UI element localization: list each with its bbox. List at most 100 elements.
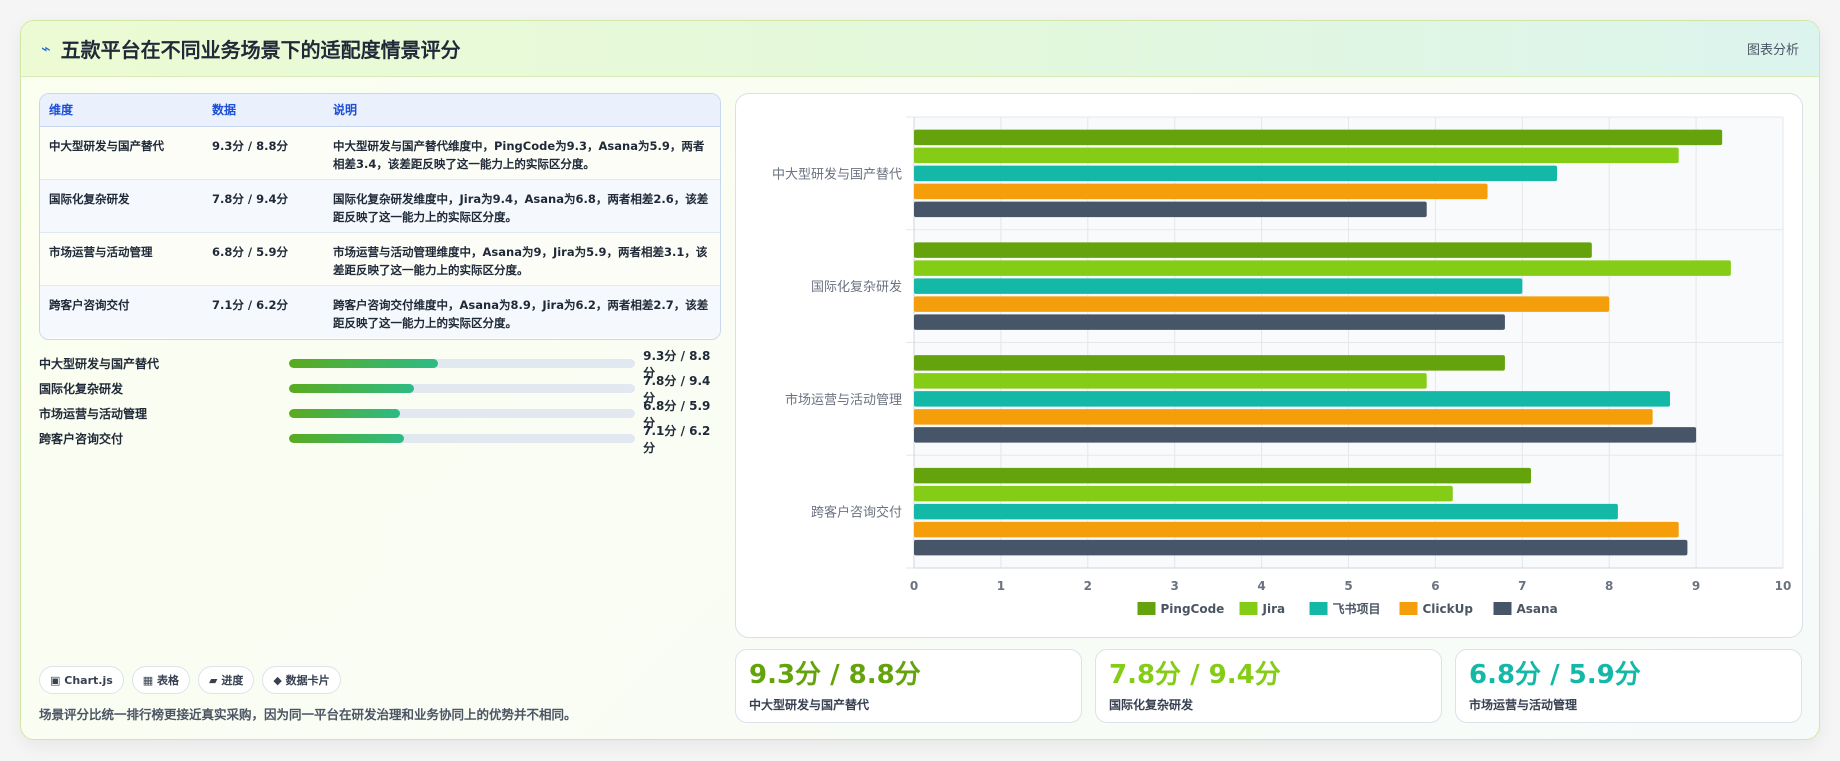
table-cell-dimension: 国际化复杂研发 — [40, 179, 203, 233]
table-row: 中大型研发与国产替代 9.3分 / 8.8分 中大型研发与国产替代维度中，Pin… — [40, 126, 720, 180]
tag-chips: ▣ Chart.js ▦ 表格 ▰ 进度 ◆ 数据卡片 — [39, 666, 341, 694]
chip-progress[interactable]: ▰ 进度 — [198, 666, 255, 694]
bar — [914, 467, 1531, 484]
diamond-icon: ◆ — [273, 673, 282, 687]
chip-label: 表格 — [157, 674, 180, 687]
bar — [914, 409, 1653, 425]
bar — [914, 355, 1505, 371]
progress-fill — [289, 434, 404, 443]
stat-card: 7.8分 / 9.4分 国际化复杂研发 — [1095, 649, 1442, 723]
bar — [914, 147, 1679, 164]
table-cell-data: 6.8分 / 5.9分 — [203, 232, 324, 286]
table-cell-data: 7.8分 / 9.4分 — [203, 179, 324, 233]
legend-swatch — [1239, 602, 1258, 615]
bar — [914, 129, 1723, 146]
y-tick-label: 跨客户咨询交付 — [811, 505, 902, 521]
table-cell-description: 国际化复杂研发维度中，Jira为9.4，Asana为6.8，两者相差2.6，该差… — [324, 179, 720, 233]
y-tick-label: 中大型研发与国产替代 — [772, 166, 902, 182]
stat-value: 9.3分 / 8.8分 — [749, 660, 921, 690]
stat-card: 6.8分 / 5.9分 市场运营与活动管理 — [1455, 649, 1802, 723]
stat-label: 市场运营与活动管理 — [1469, 698, 1578, 712]
progress-label: 中大型研发与国产替代 — [39, 357, 160, 371]
bar — [914, 165, 1558, 182]
table-cell-dimension: 中大型研发与国产替代 — [40, 126, 203, 180]
progress-track — [289, 434, 636, 443]
x-tick-label: 0 — [910, 579, 918, 593]
chip-table[interactable]: ▦ 表格 — [131, 666, 191, 694]
legend-label: 飞书项目 — [1333, 601, 1381, 616]
stat-value: 6.8分 / 5.9分 — [1469, 660, 1641, 690]
table-icon: ▦ — [142, 673, 154, 687]
progress-label: 市场运营与活动管理 — [39, 407, 148, 421]
table-cell-data: 9.3分 / 8.8分 — [203, 126, 324, 180]
progress-label: 国际化复杂研发 — [39, 382, 124, 396]
progress-row: 市场运营与活动管理 6.8分 / 5.9分 — [39, 399, 721, 430]
stat-label: 国际化复杂研发 — [1109, 698, 1194, 712]
x-tick-label: 7 — [1518, 579, 1526, 593]
bar — [914, 521, 1679, 538]
progress-track — [289, 384, 636, 393]
progress-track — [289, 359, 636, 368]
progress-row: 国际化复杂研发 7.8分 / 9.4分 — [39, 374, 721, 405]
chart-panel: 0 1 2 3 4 5 6 7 8 9 10 中大型研发与国产替代 国际化复杂研发 市场运营与活动管理 跨客… — [735, 93, 1803, 638]
column-header: 说明 — [324, 94, 720, 127]
table-header-row: 维度 数据 说明 — [40, 94, 720, 127]
table-cell-dimension: 跨客户咨询交付 — [40, 285, 203, 338]
y-tick-label: 国际化复杂研发 — [811, 279, 902, 295]
legend-label: Asana — [1517, 602, 1558, 616]
chart-analysis-link[interactable]: 图表分析 — [1747, 39, 1799, 58]
progress-row: 跨客户咨询交付 7.1分 / 6.2分 — [39, 424, 721, 455]
stat-label: 中大型研发与国产替代 — [749, 698, 870, 712]
x-tick-label: 3 — [1171, 579, 1179, 593]
chip-data-card[interactable]: ◆ 数据卡片 — [262, 666, 341, 694]
bar — [914, 373, 1427, 389]
legend-swatch — [1137, 602, 1156, 615]
table-row: 跨客户咨询交付 7.1分 / 6.2分 跨客户咨询交付维度中，Asana为8.9… — [40, 285, 720, 338]
card-header: ⌁ 五款平台在不同业务场景下的适配度情景评分 图表分析 — [21, 21, 1819, 77]
footnote: 场景评分比统一排行榜更接近真实采购，因为同一平台在研发治理和业务协同上的优势并不… — [39, 707, 577, 722]
chart-icon: ▣ — [50, 673, 61, 687]
legend-label: Jira — [1262, 602, 1286, 616]
progress-fill — [289, 359, 439, 368]
bar — [914, 503, 1618, 520]
x-tick-label: 5 — [1344, 579, 1352, 593]
legend-swatch — [1493, 602, 1512, 615]
chip-label: Chart.js — [64, 673, 113, 687]
progress-track — [289, 409, 636, 418]
bar-chart: 0 1 2 3 4 5 6 7 8 9 10 中大型研发与国产替代国际化复杂研发市场运营与活动管理跨客… — [772, 116, 1792, 616]
bar — [914, 296, 1610, 312]
x-tick-label: 2 — [1084, 579, 1092, 593]
legend-swatch — [1309, 602, 1328, 615]
stat-value: 7.8分 / 9.4分 — [1109, 660, 1281, 690]
bar — [914, 242, 1592, 258]
bar — [914, 183, 1488, 200]
legend-label: PingCode — [1161, 602, 1225, 616]
legend-swatch — [1399, 602, 1418, 615]
bar — [914, 391, 1671, 407]
x-tick-label: 9 — [1692, 579, 1700, 593]
page-title: 五款平台在不同业务场景下的适配度情景评分 — [60, 38, 461, 62]
x-tick-label: 1 — [997, 579, 1005, 593]
table-cell-description: 中大型研发与国产替代维度中，PingCode为9.3，Asana为5.9，两者相… — [324, 126, 720, 180]
legend-label: ClickUp — [1423, 602, 1474, 616]
chip-label: 进度 — [221, 674, 244, 687]
progress-fill — [289, 384, 414, 393]
bar — [914, 314, 1505, 330]
bar — [914, 278, 1523, 294]
data-table: 维度 数据 说明 中大型研发与国产替代 9.3分 / 8.8分 中大型研发与国产… — [39, 93, 721, 340]
column-header: 数据 — [203, 94, 324, 127]
progress-row: 中大型研发与国产替代 9.3分 / 8.8分 — [39, 349, 721, 380]
x-tick-label: 10 — [1775, 579, 1792, 593]
table-cell-description: 跨客户咨询交付维度中，Asana为8.9，Jira为6.2，两者相差2.7，该差… — [324, 285, 720, 338]
bar — [914, 201, 1427, 218]
chip-chartjs[interactable]: ▣ Chart.js — [39, 666, 124, 694]
column-header: 维度 — [40, 94, 203, 127]
chip-label: 数据卡片 — [285, 674, 330, 687]
x-tick-label: 6 — [1431, 579, 1439, 593]
progress-list: 中大型研发与国产替代 9.3分 / 8.8分 国际化复杂研发 7.8分 / 9.… — [39, 349, 721, 455]
table-cell-description: 市场运营与活动管理维度中，Asana为9，Jira为5.9，两者相差3.1，该差… — [324, 232, 720, 286]
progress-value: 7.1分 / 6.2分 — [643, 423, 711, 455]
table-cell-data: 7.1分 / 6.2分 — [203, 285, 324, 338]
table-row: 市场运营与活动管理 6.8分 / 5.9分 市场运营与活动管理维度中，Asana… — [40, 232, 720, 286]
bar — [914, 427, 1697, 443]
